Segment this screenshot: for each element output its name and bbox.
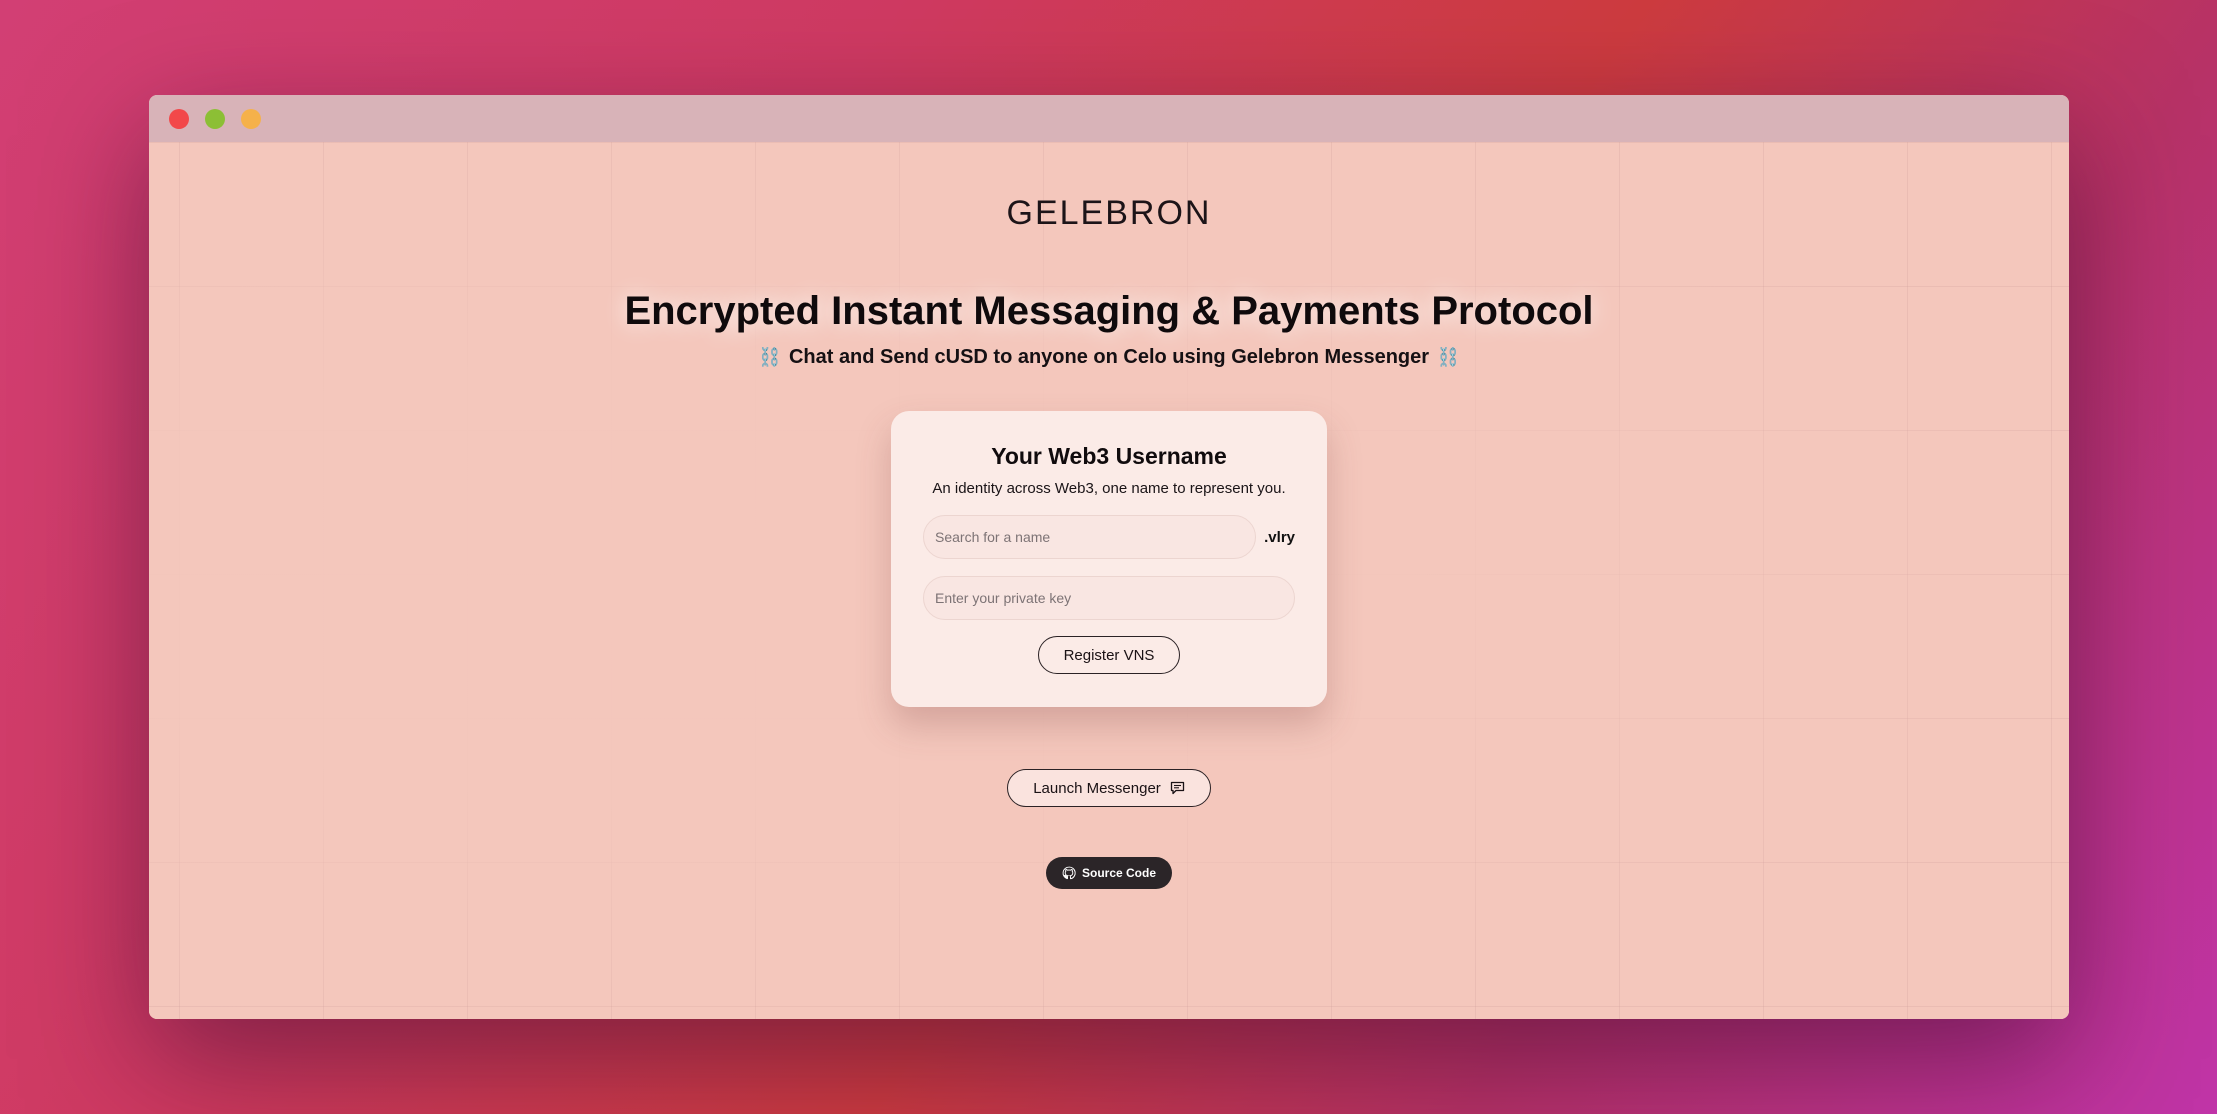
private-key-row	[923, 576, 1295, 620]
minimize-window-button[interactable]	[205, 108, 225, 129]
card-description: An identity across Web3, one name to rep…	[932, 480, 1286, 497]
domain-suffix: .vlry	[1264, 528, 1295, 546]
brand-logo[interactable]: GELEBRON	[1007, 194, 1212, 233]
chain-emoji-left: ⛓️	[758, 347, 781, 367]
chain-emoji-right: ⛓️	[1437, 347, 1460, 367]
source-code-label: Source Code	[1081, 866, 1156, 880]
register-vns-button[interactable]: Register VNS	[1037, 636, 1181, 674]
browser-window: GELEBRON Encrypted Instant Messaging & P…	[149, 95, 2069, 1019]
launch-messenger-label: Launch Messenger	[1033, 779, 1161, 797]
hero-subtitle: ⛓️ Chat and Send cUSD to anyone on Celo …	[759, 346, 1460, 369]
page-content: GELEBRON Encrypted Instant Messaging & P…	[149, 142, 2069, 1019]
github-icon	[1062, 866, 1076, 880]
hero-title: Encrypted Instant Messaging & Payments P…	[624, 289, 1594, 333]
launch-messenger-button[interactable]: Launch Messenger	[1007, 769, 1211, 807]
username-card: Your Web3 Username An identity across We…	[891, 411, 1327, 707]
name-search-input[interactable]	[923, 515, 1257, 559]
card-title: Your Web3 Username	[991, 443, 1227, 469]
hero-subtitle-text: Chat and Send cUSD to anyone on Celo usi…	[788, 346, 1430, 368]
source-code-button[interactable]: Source Code	[1045, 857, 1172, 889]
chat-bubble-icon	[1170, 781, 1185, 795]
name-search-row: .vlry	[923, 515, 1295, 559]
title-bar	[149, 95, 2069, 142]
close-window-button[interactable]	[169, 108, 189, 129]
zoom-window-button[interactable]	[241, 108, 261, 129]
private-key-input[interactable]	[923, 576, 1295, 620]
